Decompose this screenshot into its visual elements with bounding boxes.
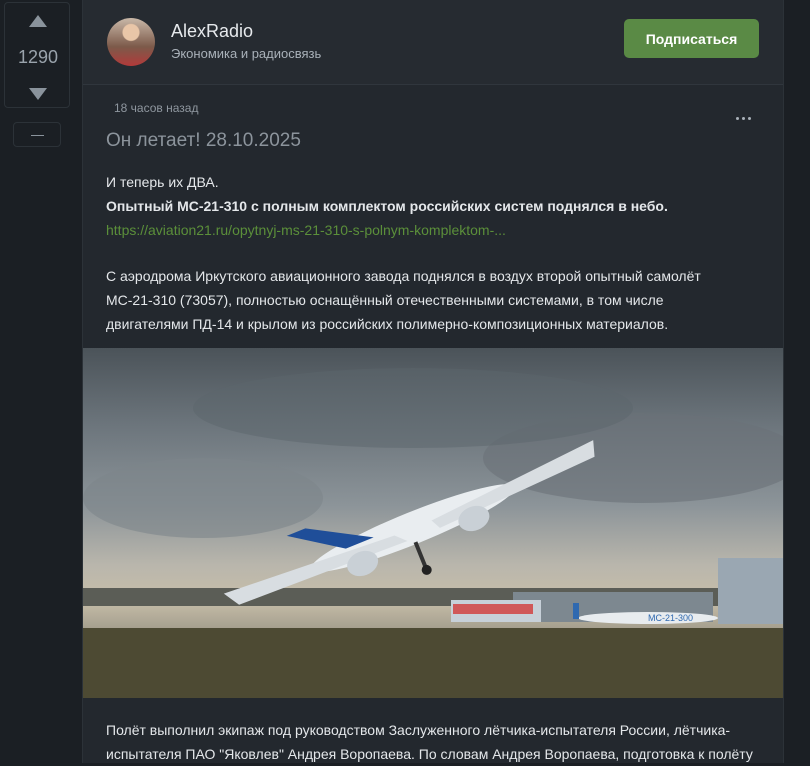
- post-link[interactable]: https://aviation21.ru/opytnyj-ms-21-310-…: [106, 218, 506, 242]
- paragraph-1-line-3: двигателями ПД-14 и крылом из российских…: [106, 316, 669, 332]
- author-avatar[interactable]: [107, 18, 155, 66]
- aircraft-photo-illustration: МС-21-300: [83, 368, 783, 698]
- post-title[interactable]: Он летает! 28.10.2025: [106, 130, 301, 152]
- paragraph-1-line-1: С аэродрома Иркутского авиационного заво…: [106, 268, 701, 284]
- paragraph-2-line-2: испытателя ПАО "Яковлев" Андрея Воропаев…: [106, 746, 753, 762]
- downvote-arrow-icon[interactable]: [29, 88, 47, 100]
- paragraph-2-line-1: Полёт выполнил экипаж под руководством З…: [106, 722, 731, 738]
- post-card: AlexRadio Экономика и радиосвязь Подписа…: [82, 0, 784, 763]
- post-photo[interactable]: МС-21-300: [83, 348, 783, 698]
- post-line-1: И теперь их ДВА.: [106, 174, 219, 190]
- paragraph-1-line-2: МС-21-310 (73057), полностью оснащённый …: [106, 292, 664, 308]
- author-name[interactable]: AlexRadio: [171, 21, 253, 42]
- more-options-icon[interactable]: [736, 107, 754, 125]
- author-subtitle: Экономика и радиосвязь: [171, 46, 322, 61]
- post-header: AlexRadio Экономика и радиосвязь Подписа…: [83, 0, 783, 85]
- minus-icon: [31, 135, 44, 136]
- post-time: 18 часов назад: [114, 101, 199, 115]
- vote-count: 1290: [17, 47, 59, 67]
- post-line-2: Опытный МС-21-310 с полным комплектом ро…: [106, 198, 668, 214]
- parked-aircraft-label: МС-21-300: [648, 613, 693, 623]
- subscribe-button[interactable]: Подписаться: [624, 19, 759, 58]
- collapse-button[interactable]: [13, 122, 61, 147]
- upvote-arrow-icon[interactable]: [29, 15, 47, 27]
- vote-box: 1290: [4, 2, 70, 108]
